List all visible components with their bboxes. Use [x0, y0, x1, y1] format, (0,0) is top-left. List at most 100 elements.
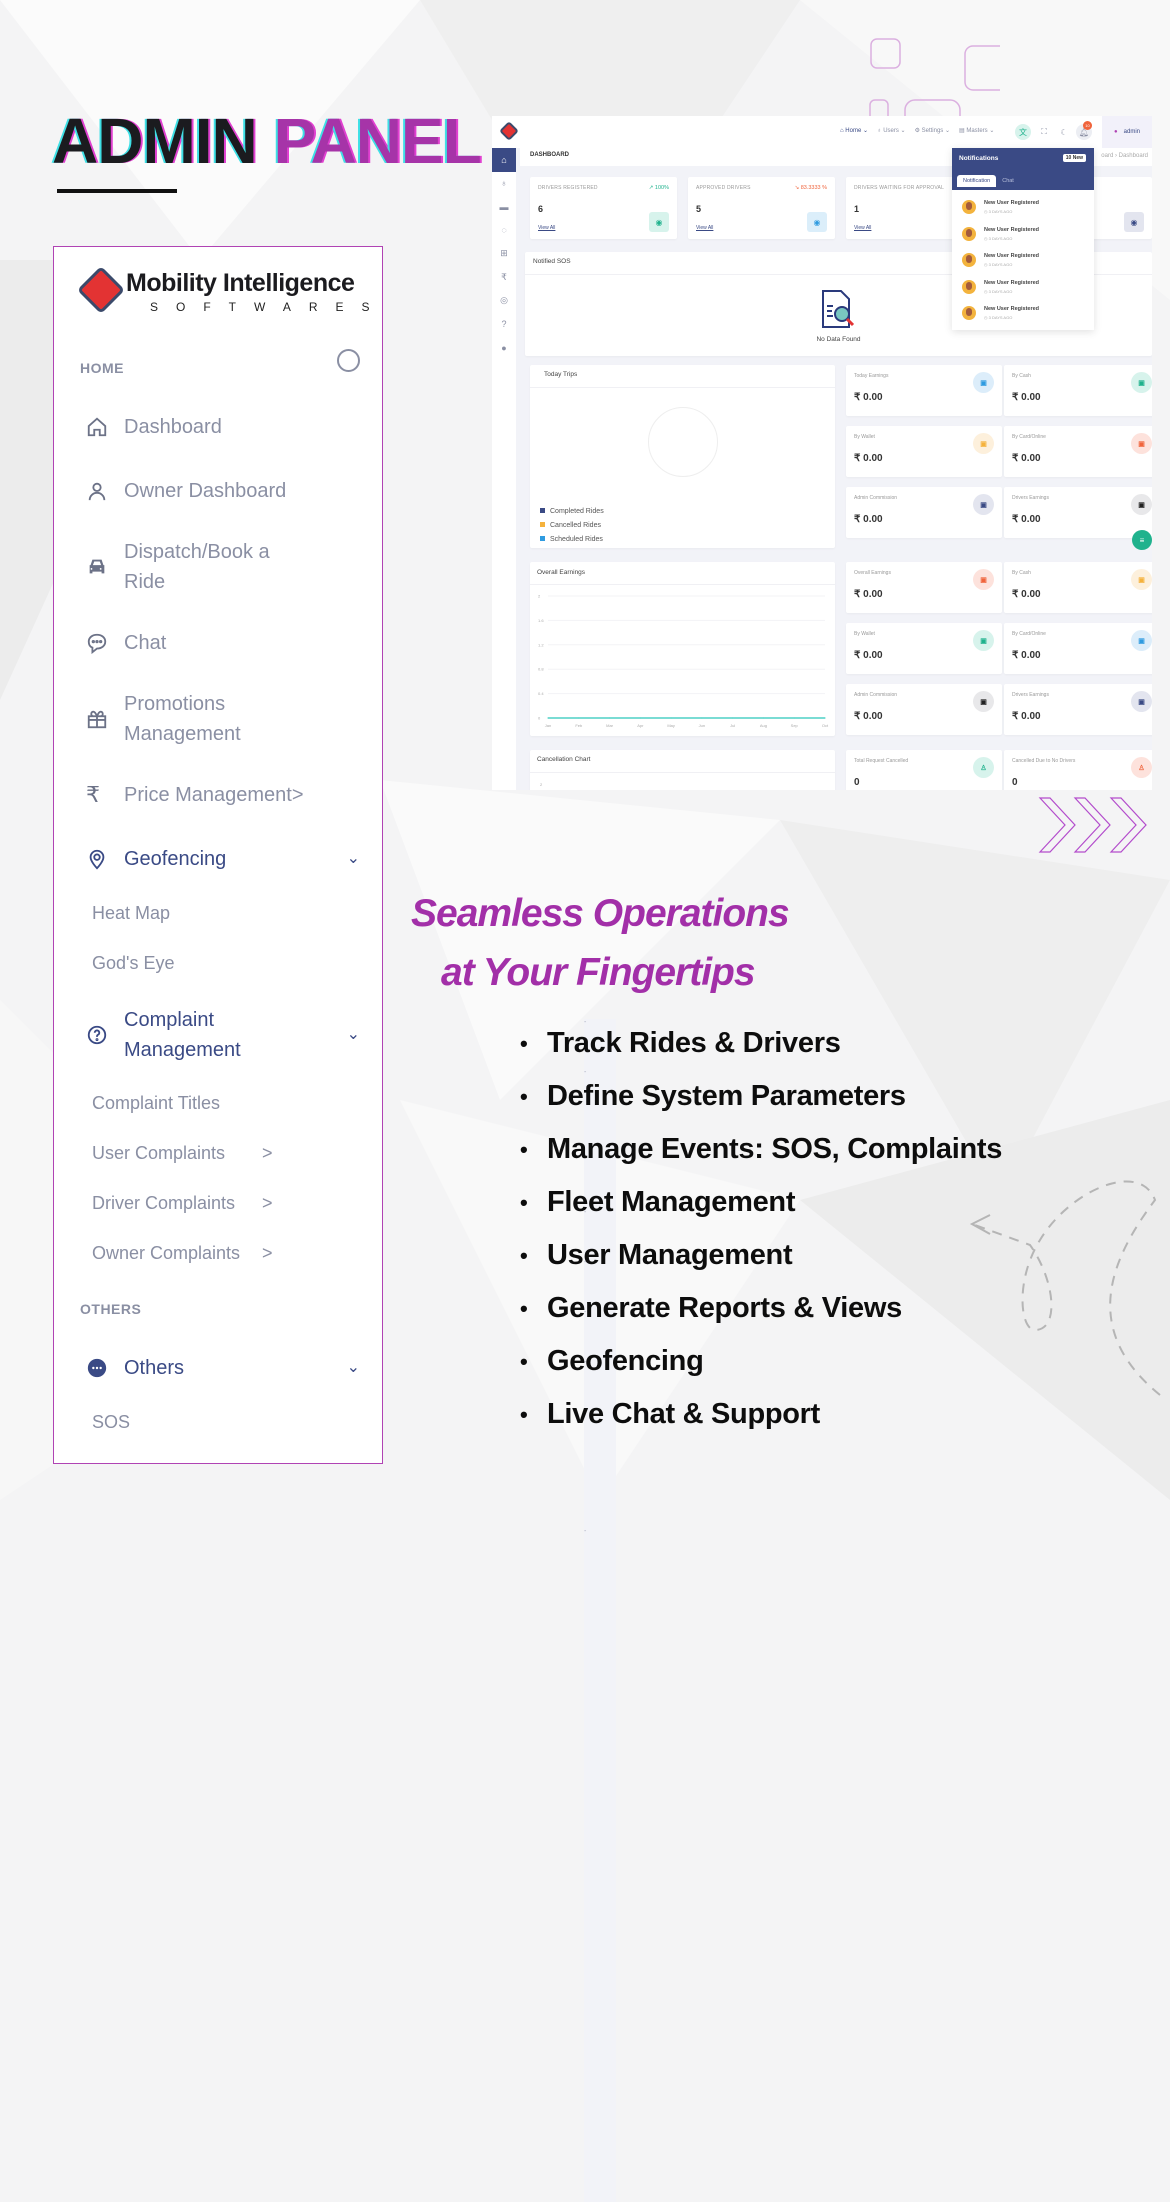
car-icon[interactable]: ▬	[492, 195, 516, 219]
money-icon: ▣	[1131, 494, 1152, 515]
legend-completed-rides: Completed Rides	[540, 505, 604, 519]
topnav-home[interactable]: ⌂ Home ⌄	[840, 127, 868, 134]
stat-card-drivers-registered: DRIVERS REGISTERED ↗ 100% 6 View All ◉	[530, 177, 677, 239]
breadcrumb[interactable]: oard › Dashboard	[1101, 153, 1148, 159]
x-tick-label: May	[667, 723, 675, 728]
notification-item[interactable]: New User Registered ◷ 3 DAYS AGO	[952, 300, 1094, 327]
sidebar-item-price-management[interactable]: ₹ Price Management >	[80, 780, 360, 810]
brand-subtitle: SOFTWARES	[150, 300, 388, 314]
page-title-text: DASHBOARD	[530, 152, 569, 158]
view-all-link[interactable]: View All	[538, 225, 555, 231]
sidebar-subitem-driver-complaints[interactable]: - Driver Complaints >	[92, 1193, 616, 1983]
notification-item[interactable]: New User Registered ◷ 3 DAYS AGO	[952, 194, 1094, 221]
topnav-masters[interactable]: ▤ Masters ⌄	[959, 127, 994, 134]
sidebar-subitem-owner-complaints[interactable]: - Owner Complaints >	[92, 1243, 616, 2033]
chat-bubble-icon[interactable]: ◌	[492, 219, 516, 243]
translate-icon[interactable]: 文	[1015, 124, 1031, 140]
x-tick-label: Jul	[730, 723, 735, 728]
notification-item[interactable]: New User Registered ◷ 3 DAYS AGO	[952, 274, 1094, 301]
sidebar-item-complaint-management[interactable]: Complaint Management ⌄	[80, 1005, 360, 1065]
chevron-down-icon[interactable]: ⌄	[347, 1353, 360, 1383]
brand-logo-icon	[499, 121, 519, 141]
chevron-down-icon[interactable]: ⌄	[347, 1020, 360, 1050]
earnings-title: By Wallet	[854, 434, 875, 440]
user-menu[interactable]: ● admin	[1102, 116, 1152, 148]
view-all-link[interactable]: View All	[854, 225, 871, 231]
sidebar-item-promotions[interactable]: Promotions Management	[80, 689, 360, 749]
earnings-title: Admin Commission	[854, 495, 898, 501]
location-pin-icon[interactable]: ◎	[492, 289, 516, 313]
topnav-label: Users	[883, 128, 899, 134]
topnav-users[interactable]: ♁ Users ⌄	[877, 127, 906, 134]
notification-item[interactable]: New User Registered ◷ 3 DAYS AGO	[952, 221, 1094, 248]
money-icon: ▣	[973, 494, 994, 515]
sidebar-subitem-gods-eye[interactable]: - God's Eye	[92, 953, 616, 1743]
notification-item[interactable]: New User Registered ◷ 3 DAYS AGO	[952, 247, 1094, 274]
earnings-title: Overall Earnings	[854, 570, 891, 576]
brand-name: Mobility Intelligence	[126, 269, 355, 297]
y-tick-label: 1.2	[538, 642, 544, 647]
sidebar-item-dashboard[interactable]: Dashboard	[80, 412, 360, 442]
chevron-down-icon[interactable]: ⌄	[347, 844, 360, 874]
money-icon: ▣	[1131, 569, 1152, 590]
feature-text: Manage Events: SOS, Complaints	[547, 1133, 1003, 1165]
sidebar-item-chat[interactable]: Chat	[80, 628, 360, 658]
sidebar-item-owner-dashboard[interactable]: Owner Dashboard	[80, 476, 360, 506]
cancel-stat-card: Total Request Cancelled 0 ♙	[846, 750, 1002, 790]
user-icon: ♙	[1131, 757, 1152, 778]
more-dots-icon[interactable]: ●	[492, 336, 516, 360]
data-point	[732, 717, 734, 719]
today-trips-card: Today Trips Completed Rides Cancelled Ri…	[530, 365, 835, 548]
data-point	[762, 717, 765, 719]
fullscreen-icon[interactable]: ⛶	[1036, 124, 1052, 140]
bullet-icon: •	[520, 1242, 528, 1268]
sidebar-subitem-heat-map[interactable]: - Heat Map	[92, 903, 616, 1693]
caret-down-icon: ⌄	[989, 128, 995, 134]
avatar: ●	[1114, 129, 1118, 135]
notifications-title: Notifications	[959, 155, 999, 162]
x-tick-label: Apr	[637, 723, 644, 728]
topnav-settings[interactable]: ⚙ Settings ⌄	[915, 127, 950, 134]
x-tick-label: Mar	[606, 723, 614, 728]
earnings-value: ₹ 0.00	[1012, 514, 1041, 525]
decorative-squares	[869, 38, 1000, 130]
sidebar-subitem-complaint-titles[interactable]: - Complaint Titles	[92, 1093, 616, 1883]
rupee-icon[interactable]: ₹	[492, 266, 516, 290]
sidebar-subitem-user-complaints[interactable]: - User Complaints >	[92, 1143, 616, 1933]
view-all-link[interactable]: View All	[696, 225, 713, 231]
sidebar-item-label: Owner Dashboard	[124, 480, 287, 502]
bullet-icon: •	[520, 1083, 528, 1109]
sidebar-subitem-label: Driver Complaints	[92, 1193, 236, 1213]
sidebar-item-dispatch[interactable]: Dispatch/Book a Ride	[80, 537, 360, 597]
legend-label: Cancelled Rides	[550, 522, 601, 529]
floating-menu-button[interactable]: ≡	[1132, 530, 1152, 550]
chart-title: Overall Earnings	[537, 569, 586, 576]
earnings-card: Overall Earnings ₹ 0.00 ▣	[846, 562, 1002, 613]
sidebar-subitem-sos[interactable]: - SOS	[92, 1412, 616, 2202]
stat-title: DRIVERS REGISTERED	[538, 185, 598, 191]
tagline-line-2: at Your Fingertips	[441, 951, 756, 994]
gift-icon[interactable]: ⊞	[492, 242, 516, 266]
tab-chat[interactable]: Chat	[996, 175, 1020, 187]
tab-notification[interactable]: Notification	[957, 175, 997, 187]
money-icon: ▣	[1131, 691, 1152, 712]
chart-title: Cancellation Chart	[537, 756, 591, 763]
sidebar-item-others[interactable]: Others ⌄	[80, 1353, 360, 1383]
document-search-icon	[822, 290, 855, 328]
home-icon[interactable]: ⌂	[492, 148, 516, 172]
sidebar-subitem-label: Heat Map	[92, 903, 171, 923]
feature-item: • User Management	[520, 1229, 1002, 1282]
sidebar-toggle-button[interactable]	[337, 349, 360, 372]
dark-mode-moon-icon[interactable]: ☾	[1056, 124, 1072, 140]
feature-item: • Fleet Management	[520, 1176, 1002, 1229]
question-circle-icon[interactable]: ?	[492, 313, 516, 337]
stat-title: APPROVED DRIVERS	[696, 185, 751, 191]
x-tick-label: Jun	[699, 723, 705, 728]
user-icon[interactable]: ♁	[492, 172, 516, 196]
bullet-icon: •	[520, 1030, 528, 1056]
data-point	[793, 717, 795, 719]
topnav-label: Home	[845, 128, 862, 134]
earnings-title: Drivers Earnings	[1012, 495, 1049, 501]
sidebar-item-geofencing[interactable]: Geofencing ⌄	[80, 844, 360, 874]
chevron-right-icon: >	[262, 1193, 273, 1213]
